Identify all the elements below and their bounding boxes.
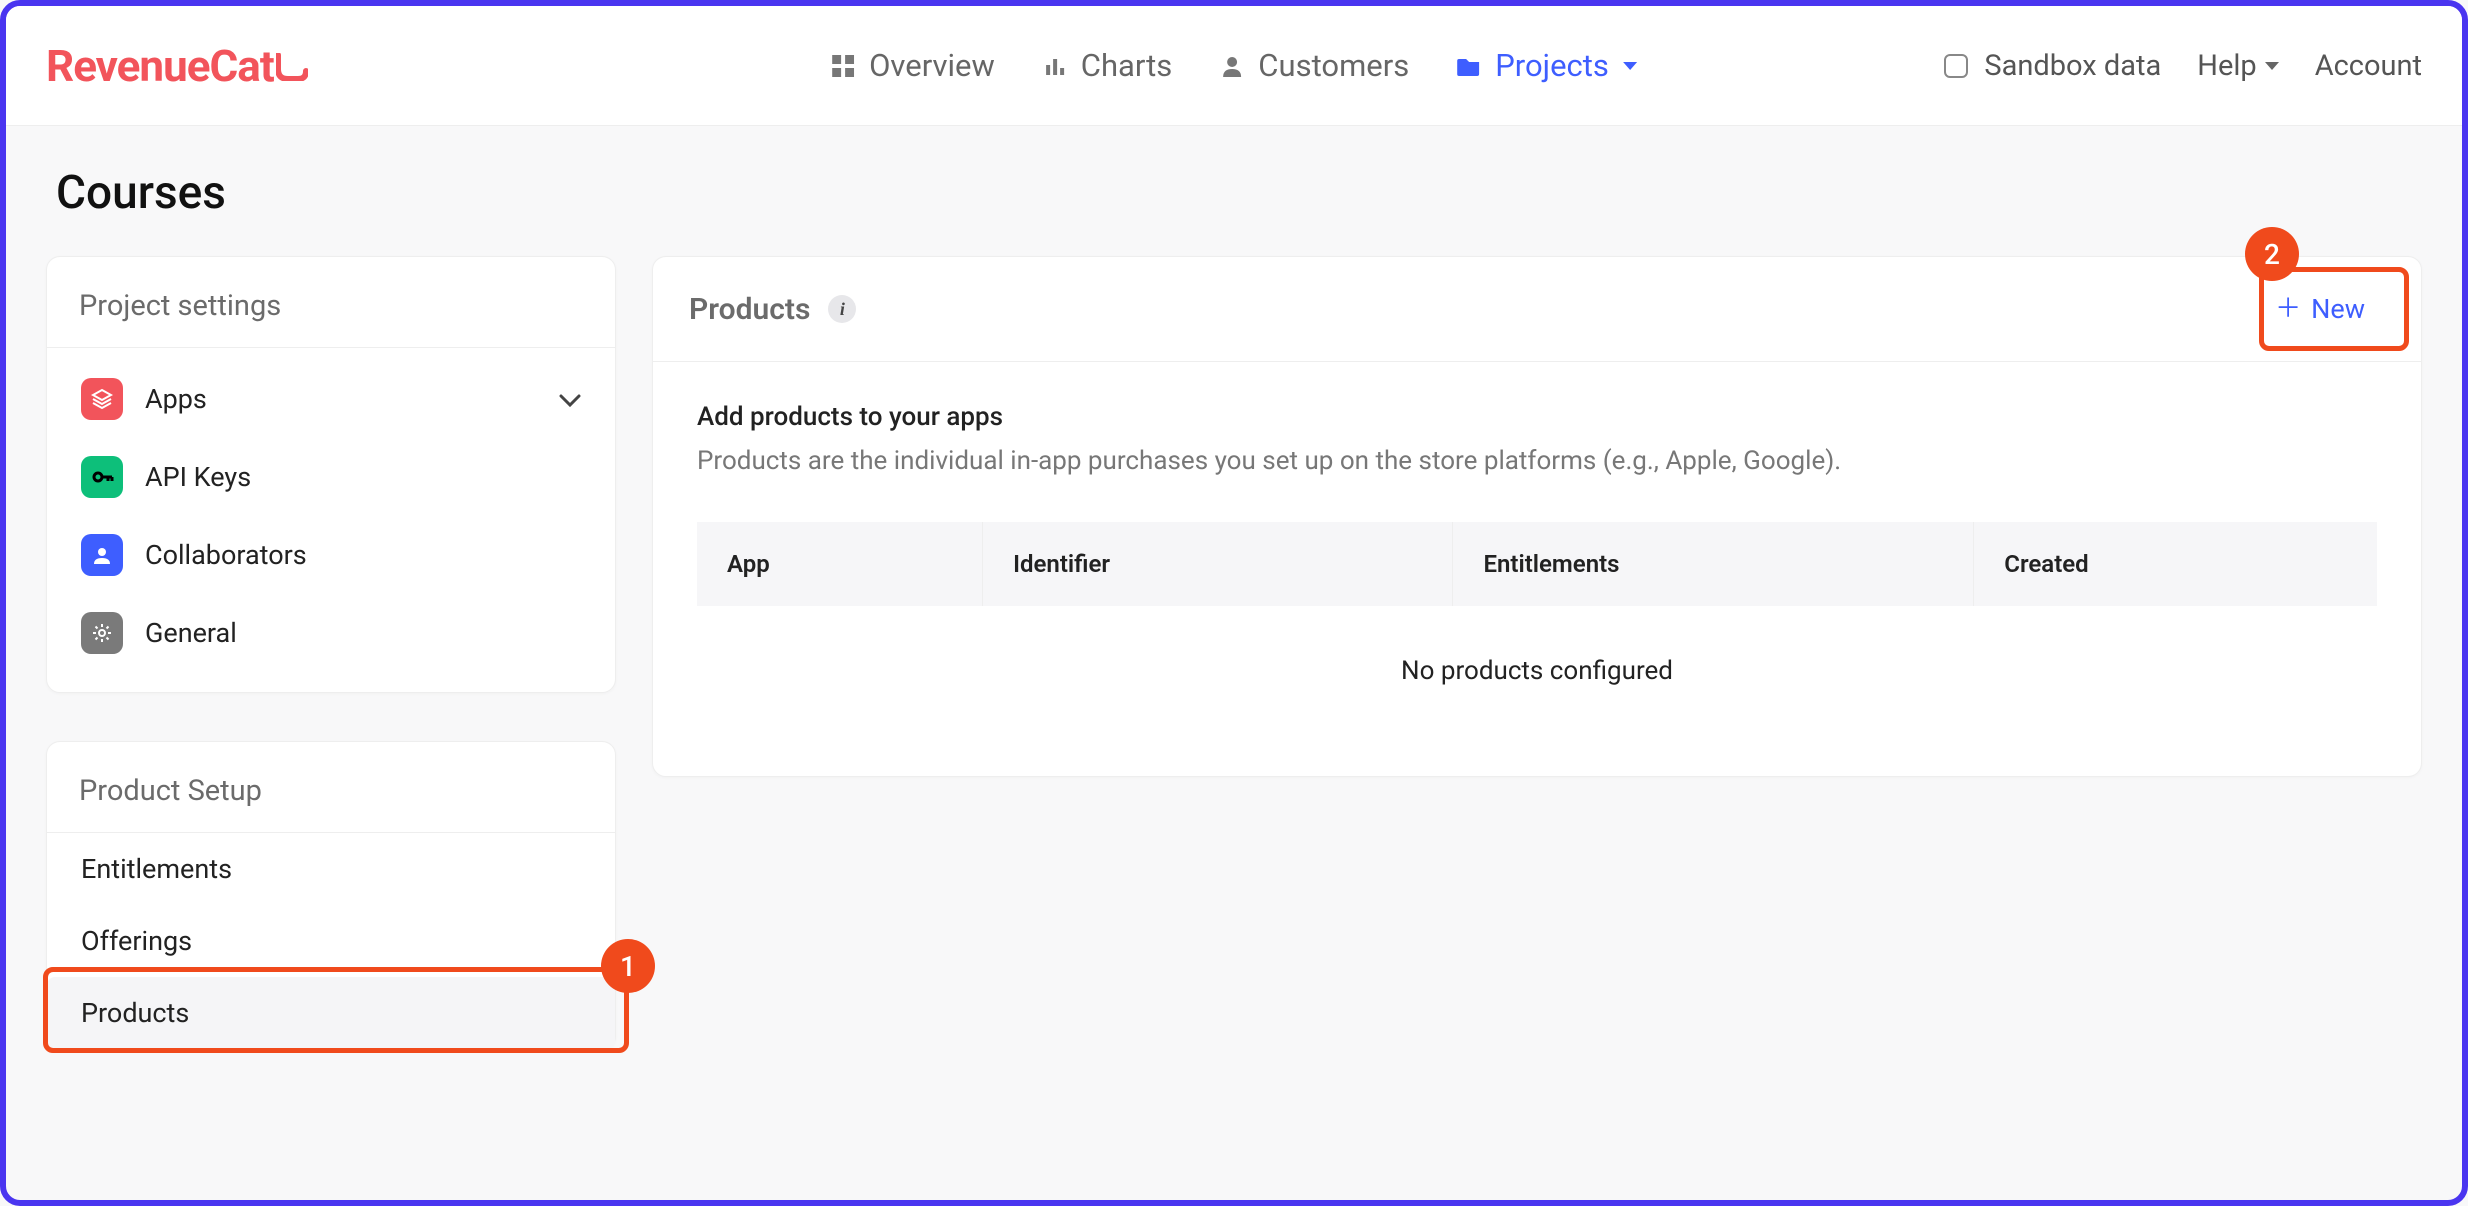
apps-icon bbox=[81, 378, 123, 420]
checkbox-icon bbox=[1944, 54, 1968, 78]
topbar-right: Sandbox data Help Account bbox=[1944, 49, 2422, 83]
logo[interactable]: RevenueCat bbox=[46, 40, 308, 92]
sidebar-item-label: Apps bbox=[145, 383, 207, 415]
main-nav: Overview Charts Customers Projects bbox=[831, 47, 1637, 84]
products-table: App Identifier Entitlements Created No p… bbox=[697, 522, 2377, 716]
bar-chart-icon bbox=[1043, 54, 1067, 78]
chevron-down-icon bbox=[1623, 62, 1637, 70]
nav-projects[interactable]: Projects bbox=[1457, 47, 1637, 84]
project-settings-title: Project settings bbox=[47, 257, 615, 348]
col-identifier: Identifier bbox=[983, 522, 1453, 606]
panel-body-desc: Products are the individual in-app purch… bbox=[697, 446, 2377, 476]
sidebar-item-entitlements[interactable]: Entitlements bbox=[47, 833, 615, 905]
info-icon[interactable]: i bbox=[828, 295, 856, 323]
sidebar-item-general[interactable]: General bbox=[67, 594, 595, 672]
nav-charts[interactable]: Charts bbox=[1043, 47, 1173, 84]
plus-icon: ＋ bbox=[2275, 296, 2301, 322]
col-app: App bbox=[697, 522, 983, 606]
products-panel: Products i ＋ New Add products to your ap… bbox=[652, 256, 2422, 777]
sidebar-item-label: Collaborators bbox=[145, 539, 307, 571]
chevron-down-icon bbox=[559, 383, 581, 415]
nav-overview-label: Overview bbox=[869, 47, 995, 84]
nav-overview[interactable]: Overview bbox=[831, 47, 995, 84]
annotation-badge-1: 1 bbox=[601, 939, 655, 993]
project-settings-card: Project settings Apps bbox=[46, 256, 616, 693]
product-setup-card: Product Setup Entitlements Offerings Pro… bbox=[46, 741, 616, 1050]
nav-charts-label: Charts bbox=[1081, 47, 1173, 84]
sidebar-item-apps[interactable]: Apps bbox=[67, 360, 595, 438]
sidebar-item-products[interactable]: Products bbox=[47, 977, 615, 1049]
gear-icon bbox=[81, 612, 123, 654]
person-icon bbox=[1220, 54, 1244, 78]
col-created: Created bbox=[1974, 522, 2377, 606]
empty-state-text: No products configured bbox=[697, 606, 2377, 716]
help-menu[interactable]: Help bbox=[2197, 49, 2278, 83]
chevron-down-icon bbox=[2265, 62, 2279, 70]
logo-text: RevenueCat bbox=[46, 40, 274, 92]
sidebar-item-collaborators[interactable]: Collaborators bbox=[67, 516, 595, 594]
key-icon bbox=[81, 456, 123, 498]
sidebar-item-label: API Keys bbox=[145, 461, 251, 493]
sidebar-item-offerings[interactable]: Offerings bbox=[47, 905, 615, 977]
help-label: Help bbox=[2197, 49, 2256, 83]
account-link[interactable]: Account bbox=[2315, 49, 2422, 83]
user-icon bbox=[81, 534, 123, 576]
new-button[interactable]: ＋ New bbox=[2255, 283, 2385, 335]
page-title: Courses bbox=[46, 166, 616, 220]
sidebar-item-label: Products bbox=[81, 997, 189, 1029]
sandbox-toggle[interactable]: Sandbox data bbox=[1944, 49, 2161, 83]
logo-tail-icon bbox=[276, 40, 308, 92]
sidebar-item-api-keys[interactable]: API Keys bbox=[67, 438, 595, 516]
col-entitlements: Entitlements bbox=[1453, 522, 1974, 606]
sandbox-label: Sandbox data bbox=[1984, 49, 2161, 83]
nav-customers[interactable]: Customers bbox=[1220, 47, 1409, 84]
topbar: RevenueCat Overview Charts bbox=[6, 6, 2462, 126]
nav-customers-label: Customers bbox=[1258, 47, 1409, 84]
account-label: Account bbox=[2315, 49, 2422, 83]
sidebar-item-label: General bbox=[145, 617, 237, 649]
product-setup-title: Product Setup bbox=[47, 742, 615, 833]
sidebar-item-label: Offerings bbox=[81, 925, 192, 957]
panel-body-title: Add products to your apps bbox=[697, 402, 2377, 432]
sidebar-item-label: Entitlements bbox=[81, 853, 232, 885]
folder-icon bbox=[1457, 54, 1481, 78]
panel-title: Products bbox=[689, 292, 810, 327]
grid-icon bbox=[831, 54, 855, 78]
empty-state-row: No products configured bbox=[697, 606, 2377, 716]
nav-projects-label: Projects bbox=[1495, 47, 1609, 84]
annotation-badge-2: 2 bbox=[2245, 227, 2299, 281]
new-button-label: New bbox=[2311, 293, 2365, 325]
